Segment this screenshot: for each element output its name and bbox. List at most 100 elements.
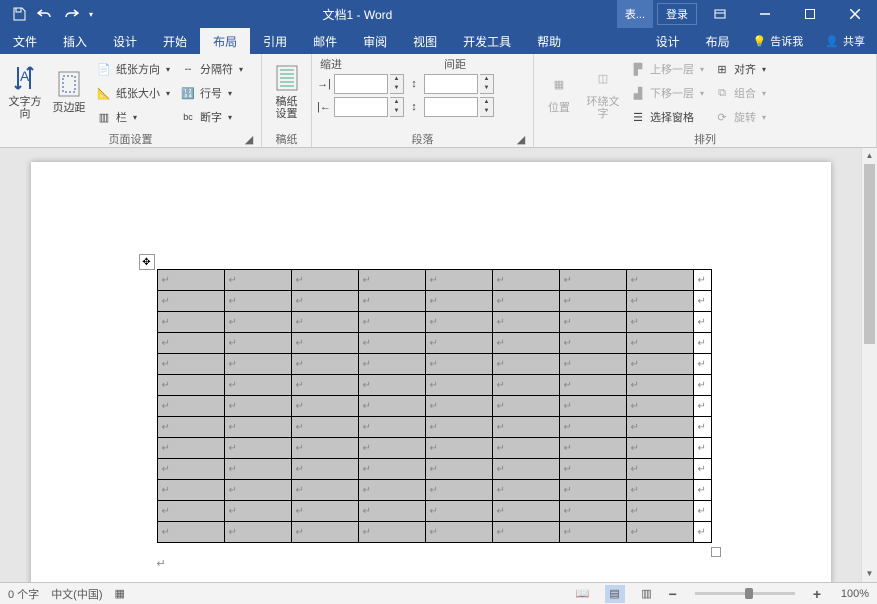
table-cell[interactable]: ↵	[157, 501, 224, 522]
tab-视图[interactable]: 视图	[400, 28, 450, 54]
columns-button[interactable]: ▥栏▾	[92, 106, 174, 128]
table-cell[interactable]: ↵	[358, 501, 425, 522]
table-cell[interactable]: ↵	[492, 459, 559, 480]
table-cell[interactable]: ↵	[425, 417, 492, 438]
table-cell[interactable]: ↵	[626, 417, 693, 438]
table-cell[interactable]: ↵	[291, 522, 358, 543]
table-cell[interactable]: ↵	[358, 396, 425, 417]
table-cell[interactable]: ↵	[291, 312, 358, 333]
login-button[interactable]: 登录	[657, 3, 697, 25]
table-cell[interactable]: ↵	[626, 333, 693, 354]
indent-right-input[interactable]	[334, 97, 388, 117]
table-cell[interactable]: ↵	[224, 459, 291, 480]
table-cell[interactable]: ↵	[559, 291, 626, 312]
table-tool-tab-layout[interactable]: 布局	[693, 28, 743, 54]
spin-up[interactable]: ▲	[480, 98, 493, 107]
table-cell[interactable]: ↵	[358, 312, 425, 333]
table-cell[interactable]: ↵	[626, 522, 693, 543]
maximize-button[interactable]	[787, 0, 832, 28]
tab-插入[interactable]: 插入	[50, 28, 100, 54]
spacing-after-input[interactable]	[424, 97, 478, 117]
table-cell[interactable]: ↵	[559, 459, 626, 480]
web-layout-button[interactable]: ▥	[637, 585, 657, 603]
tell-me[interactable]: 💡告诉我	[743, 28, 814, 54]
table-cell[interactable]: ↵	[224, 480, 291, 501]
table-cell[interactable]: ↵	[425, 522, 492, 543]
table-resize-handle[interactable]	[711, 547, 721, 557]
table-cell[interactable]: ↵	[224, 354, 291, 375]
macro-status-icon[interactable]: ▦	[115, 587, 125, 600]
print-layout-button[interactable]: ▤	[605, 585, 625, 603]
table-cell[interactable]: ↵	[425, 375, 492, 396]
spin-up[interactable]: ▲	[390, 98, 403, 107]
table-cell[interactable]: ↵	[224, 270, 291, 291]
table-cell[interactable]: ↵	[559, 480, 626, 501]
close-button[interactable]	[832, 0, 877, 28]
spacing-before-input[interactable]	[424, 74, 478, 94]
table-cell[interactable]: ↵	[157, 459, 224, 480]
align-button[interactable]: ⊞对齐▾	[710, 58, 770, 80]
table-cell[interactable]: ↵	[626, 438, 693, 459]
table-cell[interactable]: ↵	[626, 459, 693, 480]
scroll-thumb[interactable]	[864, 164, 875, 344]
table-cell[interactable]: ↵	[492, 417, 559, 438]
table-cell[interactable]: ↵	[358, 375, 425, 396]
table-cell[interactable]: ↵	[626, 396, 693, 417]
table-cell[interactable]: ↵	[425, 291, 492, 312]
language[interactable]: 中文(中国)	[51, 586, 102, 602]
minimize-button[interactable]	[742, 0, 787, 28]
document-table[interactable]: ↵↵↵↵↵↵↵↵↵↵↵↵↵↵↵↵↵↵↵↵↵↵↵↵↵↵↵↵↵↵↵↵↵↵↵↵↵↵↵↵…	[157, 269, 712, 543]
save-button[interactable]	[6, 3, 32, 25]
scroll-up-button[interactable]: ▲	[862, 148, 877, 164]
table-cell[interactable]: ↵	[559, 522, 626, 543]
selection-pane-button[interactable]: ☰选择窗格	[626, 106, 708, 128]
share-button[interactable]: 👤共享	[813, 28, 877, 54]
table-cell[interactable]: ↵	[559, 333, 626, 354]
table-cell[interactable]: ↵	[559, 417, 626, 438]
table-cell[interactable]: ↵	[358, 354, 425, 375]
table-cell[interactable]: ↵	[224, 291, 291, 312]
table-cell[interactable]: ↵	[559, 354, 626, 375]
table-cell[interactable]: ↵	[291, 417, 358, 438]
table-cell[interactable]: ↵	[224, 396, 291, 417]
table-cell[interactable]: ↵	[626, 501, 693, 522]
table-cell[interactable]: ↵	[291, 459, 358, 480]
tab-引用[interactable]: 引用	[250, 28, 300, 54]
spin-down[interactable]: ▼	[480, 84, 493, 93]
table-cell[interactable]: ↵	[157, 396, 224, 417]
table-cell[interactable]: ↵	[492, 522, 559, 543]
spin-up[interactable]: ▲	[390, 75, 403, 84]
qat-customize-button[interactable]: ▾	[84, 3, 98, 25]
read-mode-button[interactable]: 📖	[573, 585, 593, 603]
table-cell[interactable]: ↵	[157, 480, 224, 501]
table-cell[interactable]: ↵	[559, 375, 626, 396]
table-cell[interactable]: ↵	[425, 480, 492, 501]
table-cell[interactable]: ↵	[559, 396, 626, 417]
table-cell[interactable]: ↵	[224, 501, 291, 522]
table-cell[interactable]: ↵	[492, 354, 559, 375]
table-cell[interactable]: ↵	[492, 438, 559, 459]
orientation-button[interactable]: 📄纸张方向▾	[92, 58, 174, 80]
table-cell[interactable]: ↵	[157, 312, 224, 333]
spin-down[interactable]: ▼	[390, 107, 403, 116]
table-cell[interactable]: ↵	[425, 396, 492, 417]
table-cell[interactable]: ↵	[291, 396, 358, 417]
scroll-down-button[interactable]: ▼	[862, 566, 877, 582]
table-cell[interactable]: ↵	[157, 375, 224, 396]
table-cell[interactable]: ↵	[157, 270, 224, 291]
table-cell[interactable]: ↵	[626, 291, 693, 312]
table-cell[interactable]: ↵	[626, 375, 693, 396]
table-cell[interactable]: ↵	[157, 291, 224, 312]
spin-down[interactable]: ▼	[390, 84, 403, 93]
zoom-in-button[interactable]: +	[813, 586, 821, 602]
table-cell[interactable]: ↵	[492, 480, 559, 501]
table-cell[interactable]: ↵	[425, 270, 492, 291]
table-cell[interactable]: ↵	[358, 438, 425, 459]
table-cell[interactable]: ↵	[492, 333, 559, 354]
table-cell[interactable]: ↵	[492, 312, 559, 333]
text-direction-button[interactable]: A 文字方向	[4, 56, 46, 126]
indent-left-input[interactable]	[334, 74, 388, 94]
undo-button[interactable]	[32, 3, 58, 25]
size-button[interactable]: 📐纸张大小▾	[92, 82, 174, 104]
table-cell[interactable]: ↵	[224, 312, 291, 333]
